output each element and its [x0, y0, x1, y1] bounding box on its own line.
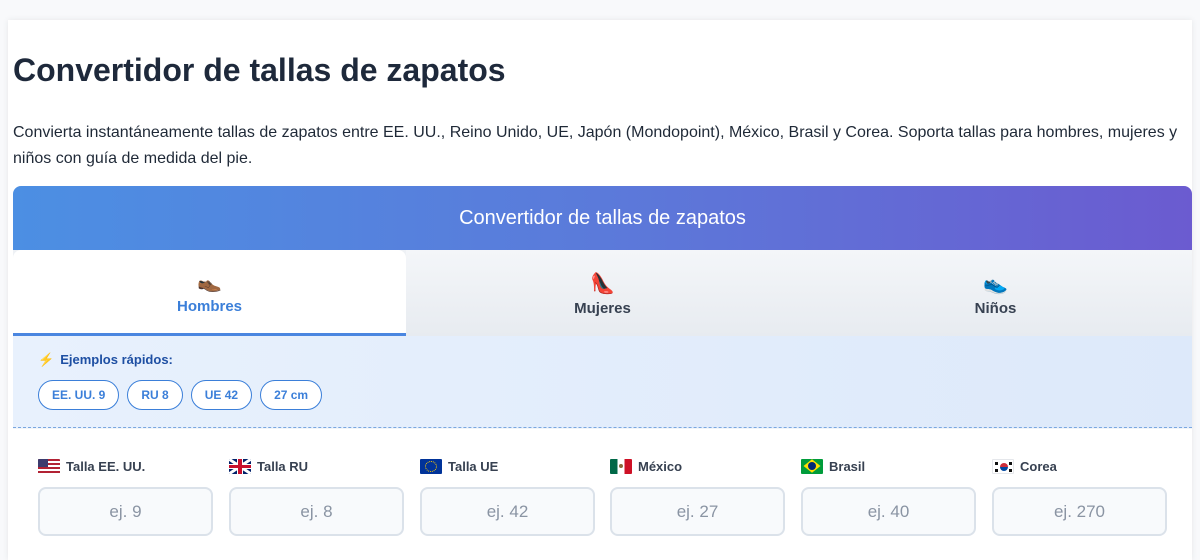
field-us: Talla EE. UU.: [38, 457, 213, 536]
quick-example-chip[interactable]: EE. UU. 9: [38, 380, 120, 410]
us-size-input[interactable]: [38, 487, 213, 536]
size-fields: Talla EE. UU. Talla RU: [13, 429, 1192, 560]
field-brasil: Brasil: [801, 457, 976, 536]
eu-flag-icon: [420, 458, 442, 474]
mens-shoe-icon: 👞: [197, 271, 222, 293]
us-flag-icon: [38, 458, 60, 474]
field-mexico: México: [610, 457, 785, 536]
page-title: Convertidor de tallas de zapatos: [13, 52, 506, 88]
tab-label: Mujeres: [574, 299, 631, 317]
quick-example-chips: EE. UU. 9 RU 8 UE 42 27 cm: [38, 380, 323, 410]
mexico-flag-icon: [610, 458, 632, 474]
page-intro: Convierta instantáneamente tallas de zap…: [13, 124, 1178, 167]
brazil-flag-icon: [801, 458, 823, 474]
quick-examples: ⚡ Ejemplos rápidos: EE. UU. 9 RU 8 UE 42 …: [13, 336, 1192, 428]
eu-size-input[interactable]: [420, 487, 595, 536]
quick-example-chip[interactable]: 27 cm: [260, 380, 323, 410]
gender-tabs: 👞 Hombres 👠 Mujeres 👟 Niños: [13, 250, 1192, 336]
field-eu: Talla UE: [420, 457, 595, 536]
field-label: México: [638, 458, 683, 474]
field-corea: Corea: [992, 457, 1167, 536]
brasil-size-input[interactable]: [801, 487, 976, 536]
quick-example-chip[interactable]: UE 42: [190, 380, 253, 410]
field-label: Corea: [1020, 458, 1057, 474]
quick-example-chip[interactable]: RU 8: [127, 380, 183, 410]
tab-ninos[interactable]: 👟 Niños: [799, 250, 1192, 336]
field-uk: Talla RU: [229, 457, 404, 536]
tab-mujeres[interactable]: 👠 Mujeres: [406, 250, 799, 336]
korea-flag-icon: [992, 458, 1014, 474]
converter-header: Convertidor de tallas de zapatos: [13, 186, 1192, 250]
tab-label: Niños: [974, 299, 1017, 317]
page-card: Convertidor de tallas de zapatos Convier…: [8, 20, 1192, 560]
mexico-size-input[interactable]: [610, 487, 785, 536]
sneaker-icon: 👟: [983, 272, 1008, 295]
field-label: Talla UE: [448, 458, 499, 474]
tab-label: Hombres: [176, 298, 243, 315]
field-label: Talla RU: [257, 458, 309, 474]
high-heel-icon: 👠: [590, 272, 615, 295]
tab-hombres[interactable]: 👞 Hombres: [13, 250, 406, 336]
uk-size-input[interactable]: [229, 487, 404, 536]
quick-examples-title: ⚡ Ejemplos rápidos:: [38, 352, 173, 367]
field-label: Talla EE. UU.: [66, 458, 146, 474]
uk-flag-icon: [229, 458, 251, 474]
field-label: Brasil: [829, 458, 866, 474]
corea-size-input[interactable]: [992, 487, 1167, 536]
shoe-size-converter: Convertidor de tallas de zapatos 👞 Hombr…: [13, 186, 1192, 560]
lightning-icon: ⚡: [38, 352, 55, 367]
